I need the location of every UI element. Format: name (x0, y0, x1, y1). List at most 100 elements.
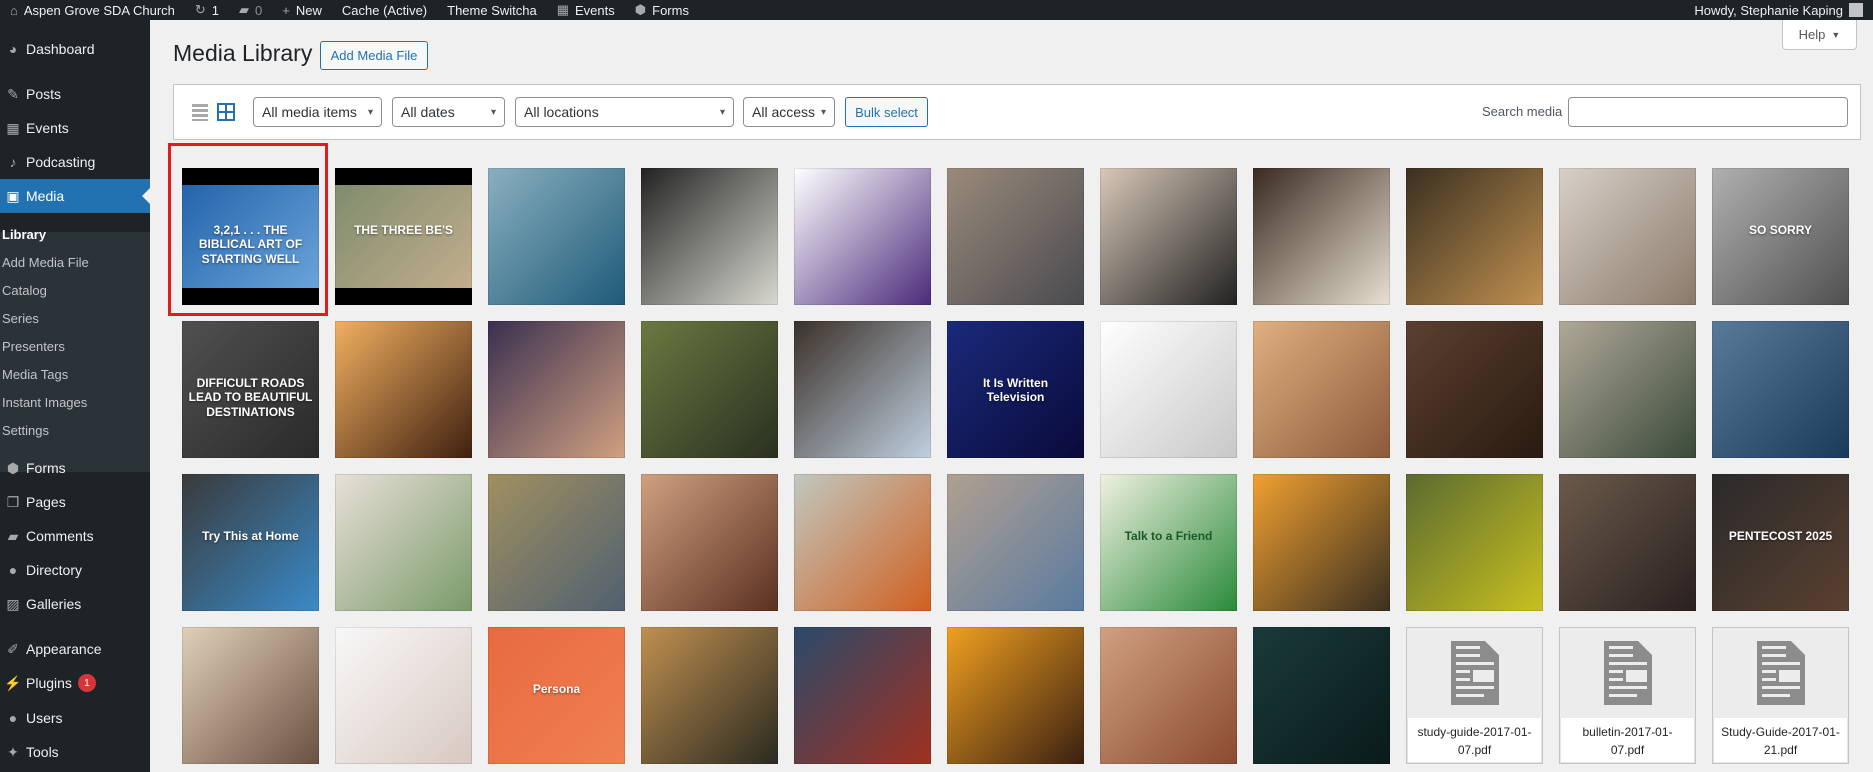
media-attachment-image[interactable] (794, 321, 931, 458)
media-attachment-image[interactable] (1712, 321, 1849, 458)
new-content-link[interactable]: + New (272, 0, 332, 20)
media-attachment-image[interactable] (794, 168, 931, 305)
sidebar-item-appearance[interactable]: ✐ Appearance (0, 632, 150, 666)
list-view-icon[interactable] (190, 102, 210, 122)
media-attachment-image[interactable] (1406, 321, 1543, 458)
chevron-down-icon: ▾ (820, 106, 826, 118)
sidebar-item-pages[interactable]: ❐ Pages (0, 485, 150, 519)
submenu-item-series[interactable]: Series (2, 304, 39, 332)
media-attachment-document[interactable]: bulletin-2017-01-07.pdf (1559, 627, 1696, 764)
media-attachment-image[interactable]: Persona (488, 627, 625, 764)
site-name-link[interactable]: ⌂ Aspen Grove SDA Church (0, 0, 185, 20)
location-filter[interactable]: All locations ▾ (515, 97, 734, 127)
add-media-file-button[interactable]: Add Media File (320, 41, 428, 70)
comments-link[interactable]: ▰ 0 (229, 0, 272, 20)
media-attachment-image[interactable] (641, 321, 778, 458)
submenu-item-settings[interactable]: Settings (2, 416, 49, 444)
sidebar-item-dashboard[interactable]: ◕ Dashboard (0, 32, 150, 66)
date-filter[interactable]: All dates ▾ (392, 97, 505, 127)
search-media-input[interactable] (1568, 97, 1848, 127)
media-attachment-image[interactable] (947, 474, 1084, 611)
media-attachment-document[interactable]: study-guide-2017-01-07.pdf (1406, 627, 1543, 764)
sidebar-item-media[interactable]: ▣ Media (0, 179, 150, 213)
media-attachment-image[interactable] (335, 627, 472, 764)
media-attachment-image[interactable] (641, 474, 778, 611)
events-link[interactable]: ▦ Events (547, 0, 625, 20)
media-attachment-image[interactable] (794, 627, 931, 764)
theme-label: Theme Switcha (447, 2, 537, 18)
media-attachment-image[interactable] (1559, 168, 1696, 305)
forms-icon: ⬢ (6, 459, 20, 476)
media-attachment-image[interactable] (1100, 321, 1237, 458)
submenu-item-media-tags[interactable]: Media Tags (2, 360, 68, 388)
media-attachment-image[interactable]: Talk to a Friend (1100, 474, 1237, 611)
media-attachment-image[interactable] (1253, 321, 1390, 458)
sidebar-item-directory[interactable]: ● Directory (0, 553, 150, 587)
submenu-item-instant-images[interactable]: Instant Images (2, 388, 87, 416)
media-attachment-image[interactable] (1406, 474, 1543, 611)
wrench-icon: ✦ (7, 743, 19, 760)
sidebar-item-tools[interactable]: ✦ Tools (0, 735, 150, 769)
submenu-item-catalog[interactable]: Catalog (2, 276, 47, 304)
media-attachment-image[interactable] (488, 474, 625, 611)
sidebar-item-comments[interactable]: ▰ Comments (0, 519, 150, 553)
media-attachment-image[interactable] (1100, 627, 1237, 764)
theme-switcha-link[interactable]: Theme Switcha (437, 0, 547, 20)
media-attachment-image[interactable] (488, 321, 625, 458)
submenu-item-presenters[interactable]: Presenters (2, 332, 65, 360)
media-attachment-image[interactable] (794, 474, 931, 611)
user-icon: ● (8, 562, 18, 578)
filter-value: All locations (524, 104, 599, 120)
media-attachment-image[interactable] (488, 168, 625, 305)
media-attachment-image[interactable] (641, 627, 778, 764)
submenu-item-add-media-file[interactable]: Add Media File (2, 248, 89, 276)
media-attachment-image[interactable] (182, 627, 319, 764)
media-attachment-image[interactable]: THE THREE BE'S (335, 168, 472, 305)
media-attachment-image[interactable] (1253, 474, 1390, 611)
media-attachment-image[interactable] (1559, 321, 1696, 458)
sidebar-item-galleries[interactable]: ▨ Galleries (0, 587, 150, 621)
media-attachment-image[interactable] (947, 168, 1084, 305)
cache-link[interactable]: Cache (Active) (332, 0, 437, 20)
gallery-icon: ▨ (6, 595, 20, 612)
media-attachment-document[interactable]: Study-Guide-2017-01-21.pdf (1712, 627, 1849, 764)
calendar-icon: ▦ (556, 2, 570, 17)
sidebar-item-plugins[interactable]: ⚡ Plugins 1 (0, 666, 150, 700)
media-type-filter[interactable]: All media items ▾ (253, 97, 382, 127)
media-attachment-image[interactable]: It Is Written Television (947, 321, 1084, 458)
sidebar-item-posts[interactable]: ✎ Posts (0, 77, 150, 111)
media-attachment-image[interactable] (1406, 168, 1543, 305)
attachment-filename: study-guide-2017-01-07.pdf (1417, 725, 1532, 757)
grid-view-icon[interactable] (216, 102, 236, 122)
access-filter[interactable]: All access ▾ (743, 97, 835, 127)
help-tab-button[interactable]: Help ▼ (1782, 20, 1857, 50)
media-attachment-image[interactable] (335, 321, 472, 458)
media-attachment-image[interactable] (947, 627, 1084, 764)
media-attachment-image[interactable] (1253, 168, 1390, 305)
media-attachment-image[interactable]: PENTECOST 2025 (1712, 474, 1849, 611)
document-icon (1603, 641, 1652, 705)
media-attachment-image[interactable]: Try This at Home (182, 474, 319, 611)
media-attachment-image[interactable] (335, 474, 472, 611)
media-attachment-image[interactable]: SO SORRY (1712, 168, 1849, 305)
media-attachment-image[interactable] (1559, 474, 1696, 611)
account-menu[interactable]: Howdy, Stephanie Kaping (1684, 0, 1873, 20)
media-attachment-image[interactable]: DIFFICULT ROADS LEAD TO BEAUTIFUL DESTIN… (182, 321, 319, 458)
bulk-select-button[interactable]: Bulk select (845, 97, 928, 127)
forms-link[interactable]: ⬢ Forms (625, 0, 699, 20)
submenu-item-library[interactable]: Library (2, 220, 46, 248)
sidebar-item-label: Comments (26, 528, 94, 544)
sidebar-item-forms[interactable]: ⬢ Forms (0, 451, 150, 485)
media-attachment-image[interactable] (1100, 168, 1237, 305)
home-icon: ⌂ (10, 2, 18, 18)
sidebar-item-label: Media (26, 188, 65, 204)
sidebar-item-events[interactable]: ▦ Events (0, 111, 150, 145)
media-attachment-image[interactable] (641, 168, 778, 305)
sidebar-item-users[interactable]: ● Users (0, 701, 150, 735)
updates-link[interactable]: ↻ 1 (185, 0, 229, 20)
events-label: Events (575, 2, 615, 18)
media-attachment-image[interactable] (1253, 627, 1390, 764)
sidebar-item-podcasting[interactable]: ♪ Podcasting (0, 145, 150, 179)
selection-highlight (168, 143, 328, 316)
pin-icon: ✎ (7, 85, 19, 102)
